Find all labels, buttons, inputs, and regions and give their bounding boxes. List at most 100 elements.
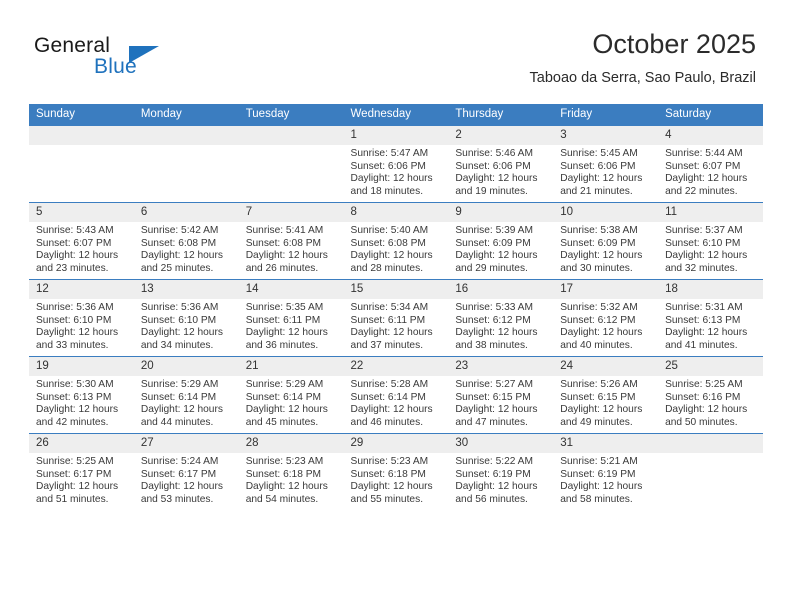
day-cell[interactable]: 26 Sunrise: 5:25 AM Sunset: 6:17 PM Dayligh…	[29, 433, 134, 510]
day-cell[interactable]: 7 Sunrise: 5:41 AM Sunset: 6:08 PM Daylight…	[238, 202, 344, 280]
daylight-text-line1: Daylight: 12 hours	[350, 250, 433, 262]
daylight-text-line2: and 34 minutes.	[140, 339, 214, 351]
daylight-text-line2: and 44 minutes.	[140, 416, 214, 428]
daylight-text-line1: Daylight: 12 hours	[455, 250, 538, 262]
general-blue-logo: General Blue	[34, 34, 194, 80]
day-cell[interactable]	[238, 125, 344, 203]
sunset-text: Sunset: 6:14 PM	[350, 391, 426, 403]
daylight-text-line1: Daylight: 12 hours	[36, 250, 119, 262]
day-number: 23	[448, 357, 554, 376]
daylight-text-line2: and 55 minutes.	[350, 493, 424, 505]
sunset-text: Sunset: 6:09 PM	[560, 237, 636, 249]
day-number	[29, 126, 134, 145]
day-cell[interactable]: 1 Sunrise: 5:47 AM Sunset: 6:06 PM Daylight…	[343, 125, 449, 203]
day-cell[interactable]: 13 Sunrise: 5:36 AM Sunset: 6:10 PM Dayligh…	[133, 279, 239, 357]
sunrise-text: Sunrise: 5:38 AM	[560, 225, 638, 236]
daylight-text-line2: and 29 minutes.	[455, 262, 528, 274]
sunrise-text: Sunrise: 5:36 AM	[140, 302, 219, 313]
daylight-text-line1: Daylight: 12 hours	[36, 327, 119, 339]
daylight-text-line1: Daylight: 12 hours	[350, 404, 433, 416]
sunset-text: Sunset: 6:12 PM	[455, 314, 531, 326]
week-row: 5 Sunrise: 5:43 AM Sunset: 6:07 PM Daylight…	[29, 202, 763, 280]
day-number: 27	[133, 434, 239, 453]
day-cell[interactable]: 12 Sunrise: 5:36 AM Sunset: 6:10 PM Dayligh…	[29, 279, 134, 357]
day-cell[interactable]: 5 Sunrise: 5:43 AM Sunset: 6:07 PM Daylight…	[29, 202, 134, 280]
sunset-text: Sunset: 6:15 PM	[455, 391, 531, 403]
day-cell[interactable]: 30 Sunrise: 5:22 AM Sunset: 6:19 PM Dayligh…	[448, 433, 554, 510]
calendar-body: 1 Sunrise: 5:47 AM Sunset: 6:06 PM Daylight…	[29, 125, 763, 510]
sunset-text: Sunset: 6:13 PM	[665, 314, 741, 326]
week-row: 1 Sunrise: 5:47 AM Sunset: 6:06 PM Daylight…	[29, 125, 763, 203]
day-details: Sunrise: 5:31 AM Sunset: 6:13 PM Daylight:…	[658, 299, 763, 352]
day-number: 4	[658, 126, 763, 145]
daylight-text-line2: and 54 minutes.	[245, 493, 319, 505]
day-details: Sunrise: 5:29 AM Sunset: 6:14 PM Daylight:…	[134, 376, 239, 429]
sunset-text: Sunset: 6:06 PM	[455, 160, 531, 172]
daylight-text-line1: Daylight: 12 hours	[36, 404, 119, 416]
sunrise-text: Sunrise: 5:23 AM	[350, 456, 429, 467]
weekday-header-tuesday: Tuesday	[238, 104, 344, 126]
day-cell[interactable]	[29, 125, 134, 203]
sunrise-sunset-calendar: Sunday Monday Tuesday Wednesday Thursday…	[29, 104, 763, 510]
day-number: 12	[29, 280, 134, 299]
daylight-text-line2: and 26 minutes.	[245, 262, 319, 274]
day-cell[interactable]: 21 Sunrise: 5:29 AM Sunset: 6:14 PM Dayligh…	[238, 356, 344, 434]
day-cell[interactable]: 11 Sunrise: 5:37 AM Sunset: 6:10 PM Dayligh…	[658, 202, 763, 280]
sunrise-text: Sunrise: 5:33 AM	[455, 302, 533, 313]
day-number: 20	[133, 357, 239, 376]
day-cell[interactable]: 23 Sunrise: 5:27 AM Sunset: 6:15 PM Dayligh…	[448, 356, 554, 434]
day-cell[interactable]	[658, 433, 763, 510]
sunrise-text: Sunrise: 5:39 AM	[455, 225, 533, 236]
day-details	[239, 145, 344, 148]
day-cell[interactable]: 18 Sunrise: 5:31 AM Sunset: 6:13 PM Dayligh…	[658, 279, 763, 357]
day-number: 6	[133, 203, 239, 222]
daylight-text-line2: and 47 minutes.	[455, 416, 528, 428]
day-cell[interactable]: 29 Sunrise: 5:23 AM Sunset: 6:18 PM Dayligh…	[343, 433, 449, 510]
daylight-text-line2: and 58 minutes.	[560, 493, 633, 505]
day-cell[interactable]: 25 Sunrise: 5:25 AM Sunset: 6:16 PM Dayligh…	[658, 356, 763, 434]
day-cell[interactable]: 28 Sunrise: 5:23 AM Sunset: 6:18 PM Dayligh…	[238, 433, 344, 510]
weekday-header-row: Sunday Monday Tuesday Wednesday Thursday…	[29, 104, 763, 126]
day-cell[interactable]: 15 Sunrise: 5:34 AM Sunset: 6:11 PM Dayligh…	[343, 279, 449, 357]
day-cell[interactable]	[133, 125, 239, 203]
day-cell[interactable]: 8 Sunrise: 5:40 AM Sunset: 6:08 PM Daylight…	[343, 202, 449, 280]
day-cell[interactable]: 24 Sunrise: 5:26 AM Sunset: 6:15 PM Dayligh…	[553, 356, 659, 434]
day-cell[interactable]: 2 Sunrise: 5:46 AM Sunset: 6:06 PM Daylight…	[448, 125, 554, 203]
day-cell[interactable]: 22 Sunrise: 5:28 AM Sunset: 6:14 PM Dayligh…	[343, 356, 449, 434]
sunrise-text: Sunrise: 5:42 AM	[140, 225, 219, 236]
day-cell[interactable]: 6 Sunrise: 5:42 AM Sunset: 6:08 PM Daylight…	[133, 202, 239, 280]
day-details: Sunrise: 5:26 AM Sunset: 6:15 PM Daylight:…	[553, 376, 658, 429]
sunset-text: Sunset: 6:17 PM	[36, 468, 112, 480]
day-details	[134, 145, 239, 148]
day-cell[interactable]: 14 Sunrise: 5:35 AM Sunset: 6:11 PM Dayligh…	[238, 279, 344, 357]
day-cell[interactable]: 9 Sunrise: 5:39 AM Sunset: 6:09 PM Daylight…	[448, 202, 554, 280]
day-cell[interactable]: 27 Sunrise: 5:24 AM Sunset: 6:17 PM Dayligh…	[133, 433, 239, 510]
daylight-text-line2: and 51 minutes.	[36, 493, 109, 505]
daylight-text-line2: and 21 minutes.	[560, 185, 633, 197]
daylight-text-line2: and 19 minutes.	[455, 185, 528, 197]
sunrise-text: Sunrise: 5:25 AM	[665, 379, 743, 390]
day-cell[interactable]: 4 Sunrise: 5:44 AM Sunset: 6:07 PM Daylight…	[658, 125, 763, 203]
day-details: Sunrise: 5:37 AM Sunset: 6:10 PM Daylight:…	[658, 222, 763, 275]
daylight-text-line1: Daylight: 12 hours	[455, 404, 538, 416]
day-details: Sunrise: 5:32 AM Sunset: 6:12 PM Daylight:…	[553, 299, 658, 352]
day-details: Sunrise: 5:45 AM Sunset: 6:06 PM Daylight:…	[553, 145, 658, 198]
day-cell[interactable]: 16 Sunrise: 5:33 AM Sunset: 6:12 PM Dayligh…	[448, 279, 554, 357]
daylight-text-line2: and 22 minutes.	[665, 185, 738, 197]
day-details	[29, 145, 134, 148]
daylight-text-line1: Daylight: 12 hours	[560, 404, 643, 416]
day-cell[interactable]: 10 Sunrise: 5:38 AM Sunset: 6:09 PM Dayligh…	[553, 202, 659, 280]
day-cell[interactable]: 31 Sunrise: 5:21 AM Sunset: 6:19 PM Dayligh…	[553, 433, 659, 510]
day-cell[interactable]: 3 Sunrise: 5:45 AM Sunset: 6:06 PM Daylight…	[553, 125, 659, 203]
day-cell[interactable]: 20 Sunrise: 5:29 AM Sunset: 6:14 PM Dayligh…	[133, 356, 239, 434]
daylight-text-line1: Daylight: 12 hours	[455, 327, 538, 339]
day-cell[interactable]: 17 Sunrise: 5:32 AM Sunset: 6:12 PM Dayligh…	[553, 279, 659, 357]
day-details: Sunrise: 5:33 AM Sunset: 6:12 PM Daylight:…	[448, 299, 553, 352]
daylight-text-line1: Daylight: 12 hours	[455, 481, 538, 493]
daylight-text-line1: Daylight: 12 hours	[560, 173, 643, 185]
day-details: Sunrise: 5:43 AM Sunset: 6:07 PM Daylight:…	[29, 222, 134, 275]
day-number: 22	[343, 357, 449, 376]
day-cell[interactable]: 19 Sunrise: 5:30 AM Sunset: 6:13 PM Dayligh…	[29, 356, 134, 434]
daylight-text-line1: Daylight: 12 hours	[245, 327, 328, 339]
daylight-text-line2: and 45 minutes.	[245, 416, 319, 428]
